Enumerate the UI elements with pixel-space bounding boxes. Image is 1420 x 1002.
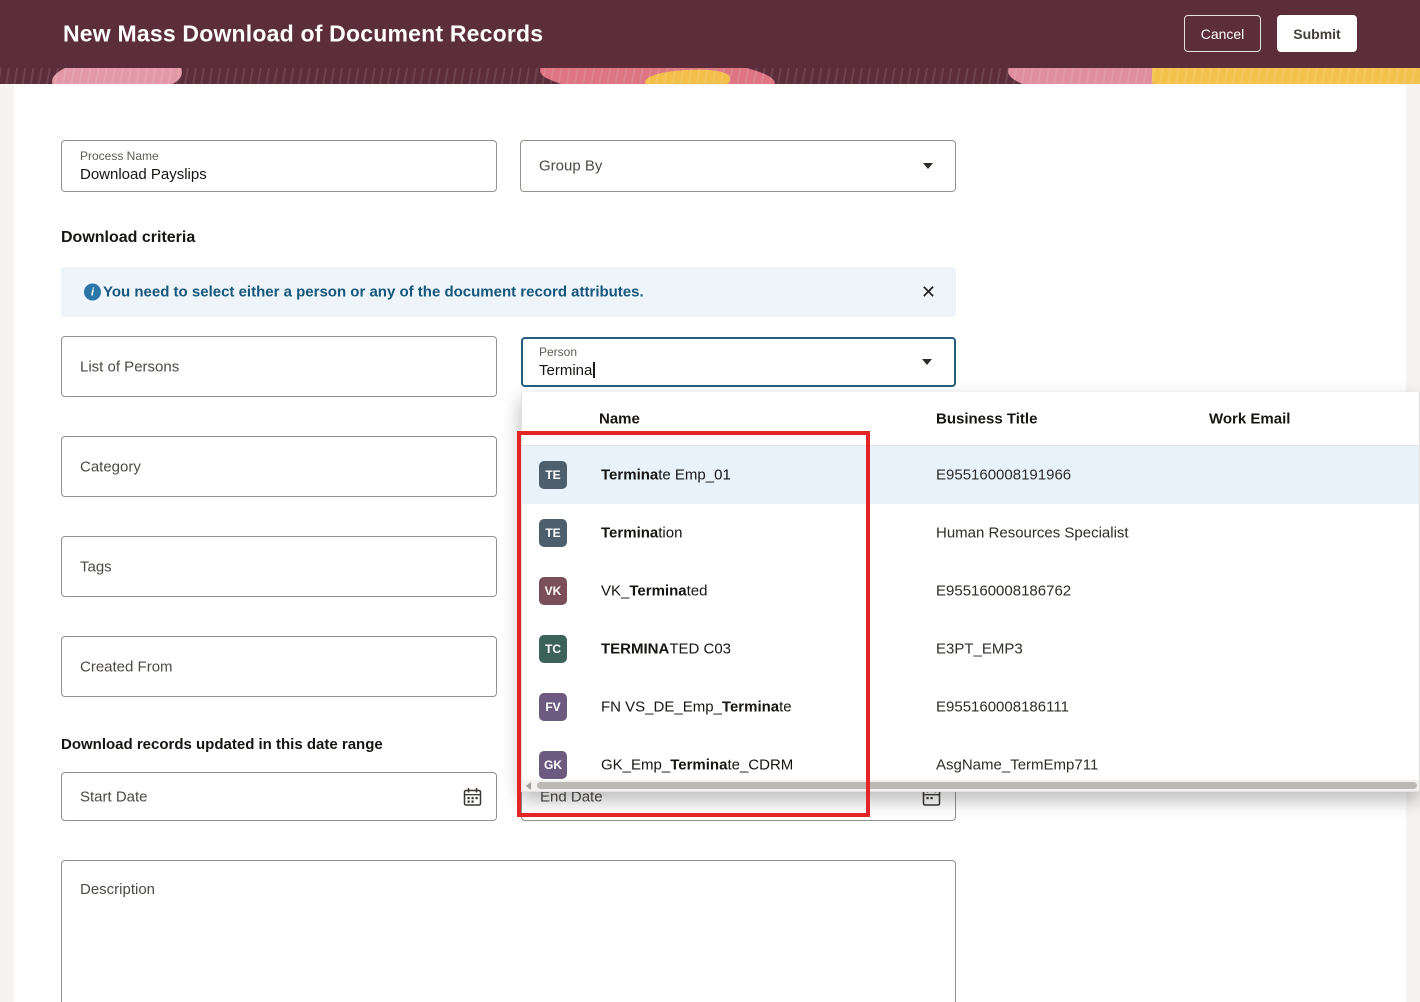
process-name-value: Download Payslips bbox=[80, 166, 207, 183]
chevron-down-icon[interactable] bbox=[922, 359, 932, 365]
category-field[interactable]: Category bbox=[61, 436, 497, 497]
info-icon: i bbox=[84, 284, 101, 301]
avatar: VK bbox=[539, 577, 567, 605]
chevron-down-icon bbox=[923, 163, 933, 169]
person-option-name: VK_Terminated bbox=[601, 583, 707, 600]
info-message: You need to select either a person or an… bbox=[103, 284, 644, 301]
tags-label: Tags bbox=[80, 558, 112, 575]
banner-shape bbox=[644, 68, 730, 84]
column-header-work-email: Work Email bbox=[1209, 410, 1290, 427]
column-header-name: Name bbox=[599, 410, 640, 427]
decorative-banner bbox=[0, 68, 1420, 84]
category-label: Category bbox=[80, 458, 141, 475]
person-option-business-title: Human Resources Specialist bbox=[936, 525, 1129, 542]
info-banner: i You need to select either a person or … bbox=[61, 267, 956, 317]
list-of-persons-label: List of Persons bbox=[80, 358, 179, 375]
start-date-label: Start Date bbox=[80, 788, 148, 805]
person-option-business-title: AsgName_TermEmp711 bbox=[936, 757, 1098, 774]
person-option-name: Termination bbox=[601, 525, 682, 542]
scroll-left-arrow-icon[interactable] bbox=[526, 782, 531, 790]
description-label: Description bbox=[80, 881, 155, 898]
person-option-row[interactable]: TE Termination Human Resources Specialis… bbox=[522, 504, 1419, 562]
avatar-initials: TC bbox=[545, 642, 561, 656]
person-option-row[interactable]: FV FN VS_DE_Emp_Terminate E9551600081861… bbox=[522, 678, 1419, 736]
download-criteria-heading: Download criteria bbox=[61, 229, 195, 247]
dropdown-header-row: Name Business Title Work Email bbox=[522, 392, 1419, 446]
start-date-field[interactable]: Start Date bbox=[61, 772, 497, 821]
avatar: FV bbox=[539, 693, 567, 721]
banner-shape bbox=[50, 68, 184, 84]
avatar: TE bbox=[539, 519, 567, 547]
banner-shape bbox=[1152, 68, 1420, 84]
close-icon[interactable]: ✕ bbox=[921, 283, 936, 301]
avatar-initials: TE bbox=[545, 526, 560, 540]
app-header: New Mass Download of Document Records Ca… bbox=[0, 0, 1420, 68]
person-option-business-title: E955160008191966 bbox=[936, 467, 1071, 484]
person-option-business-title: E955160008186762 bbox=[936, 583, 1071, 600]
person-label: Person bbox=[539, 345, 577, 359]
person-option-row[interactable]: TE Terminate Emp_01 E955160008191966 bbox=[522, 446, 1419, 504]
submit-button[interactable]: Submit bbox=[1277, 15, 1357, 52]
person-option-row[interactable]: VK VK_Terminated E955160008186762 bbox=[522, 562, 1419, 620]
cancel-button[interactable]: Cancel bbox=[1184, 15, 1261, 52]
banner-shape bbox=[539, 68, 776, 84]
avatar-initials: TE bbox=[545, 468, 560, 482]
process-name-label: Process Name bbox=[80, 149, 159, 163]
person-option-name: TERMINATED C03 bbox=[601, 641, 731, 658]
dropdown-rows: TE Terminate Emp_01 E955160008191966 TE … bbox=[522, 446, 1419, 781]
page-title: New Mass Download of Document Records bbox=[63, 21, 543, 48]
person-typed-text: Termina bbox=[539, 362, 592, 379]
description-field[interactable]: Description bbox=[61, 860, 956, 1002]
text-cursor bbox=[593, 362, 595, 378]
date-range-heading: Download records updated in this date ra… bbox=[61, 736, 383, 753]
banner-shape bbox=[1007, 68, 1185, 84]
calendar-icon[interactable] bbox=[463, 787, 482, 806]
avatar: TC bbox=[539, 635, 567, 663]
person-option-business-title: E955160008186111 bbox=[936, 699, 1069, 716]
dropdown-horizontal-scrollbar bbox=[522, 780, 1419, 791]
process-name-field[interactable]: Process Name Download Payslips bbox=[61, 140, 497, 192]
avatar-initials: FV bbox=[545, 700, 560, 714]
created-from-field[interactable]: Created From bbox=[61, 636, 497, 697]
person-option-name: GK_Emp_Terminate_CDRM bbox=[601, 757, 793, 774]
tags-field[interactable]: Tags bbox=[61, 536, 497, 597]
person-option-name: Terminate Emp_01 bbox=[601, 467, 731, 484]
group-by-select[interactable]: Group By bbox=[520, 140, 956, 192]
person-combobox[interactable]: Person Termina bbox=[521, 337, 956, 387]
avatar-initials: VK bbox=[545, 584, 562, 598]
person-results-dropdown: Name Business Title Work Email TE Termin… bbox=[521, 392, 1420, 792]
person-option-name: FN VS_DE_Emp_Terminate bbox=[601, 699, 792, 716]
scrollbar-thumb[interactable] bbox=[537, 782, 1417, 789]
created-from-label: Created From bbox=[80, 658, 173, 675]
person-option-row[interactable]: TC TERMINATED C03 E3PT_EMP3 bbox=[522, 620, 1419, 678]
page: New Mass Download of Document Records Ca… bbox=[0, 0, 1420, 1002]
group-by-label: Group By bbox=[539, 158, 602, 175]
list-of-persons-field[interactable]: List of Persons bbox=[61, 336, 497, 397]
person-option-business-title: E3PT_EMP3 bbox=[936, 641, 1023, 658]
person-option-row[interactable]: GK GK_Emp_Terminate_CDRM AsgName_TermEmp… bbox=[522, 736, 1419, 781]
person-input-value: Termina bbox=[539, 362, 595, 379]
column-header-business-title: Business Title bbox=[936, 410, 1037, 427]
avatar-initials: GK bbox=[544, 758, 562, 772]
avatar: GK bbox=[539, 751, 567, 779]
avatar: TE bbox=[539, 461, 567, 489]
